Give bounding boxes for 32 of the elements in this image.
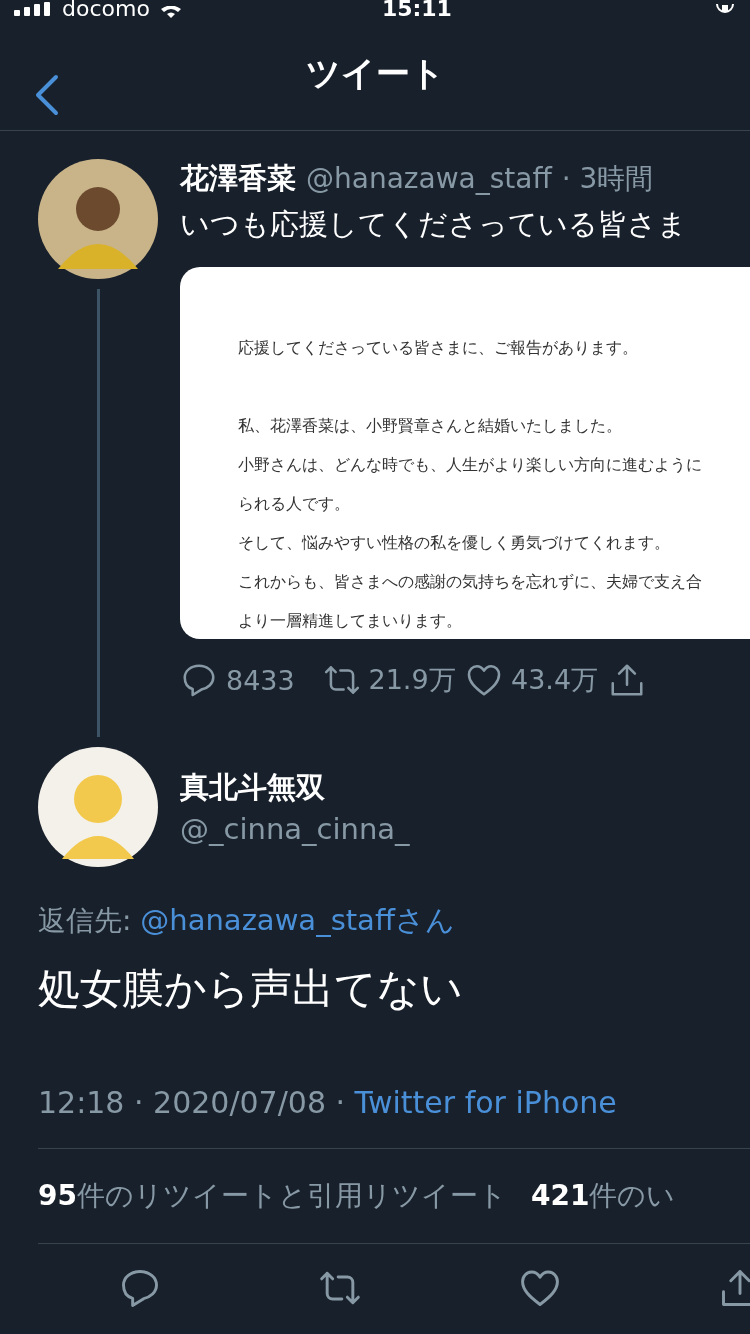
- document-line: 応援してくださっている皆さまに、ご報告があります。: [238, 338, 639, 359]
- source-link[interactable]: Twitter for iPhone: [354, 1085, 617, 1120]
- document-line: これからも、皆さまへの感謝の気持ちを忘れずに、夫婦で支え合: [238, 572, 703, 593]
- reply-to-label: 返信先:: [38, 904, 133, 937]
- wifi-icon: [159, 6, 182, 18]
- action-count: 21.9万: [368, 663, 456, 697]
- page-title: ツイート: [305, 52, 445, 95]
- display-name[interactable]: 真北斗無双: [180, 768, 410, 808]
- tweet-timestamp: 12:18 · 2020/07/08 ·: [38, 1085, 347, 1120]
- back-icon[interactable]: [34, 74, 60, 116]
- avatar[interactable]: [38, 747, 158, 867]
- signal-icon: [14, 2, 52, 16]
- carrier-name: docomo: [62, 0, 150, 18]
- action-count: 43.4万: [511, 663, 599, 697]
- clock-time: 15:11: [381, 0, 452, 18]
- user-handle[interactable]: @hanazawa_staff: [306, 162, 552, 195]
- user-handle[interactable]: @_cinna_cinna_: [180, 812, 410, 846]
- document-line: より一層精進してまいります。: [238, 611, 463, 632]
- reply-text: 処女膜から声出てない: [38, 963, 464, 1015]
- document-image[interactable]: 応援してくださっている皆さまに、ご報告があります。 私、花澤香菜は、小野賢章さんと結婚いたしました。 小野さんは、どんな時でも、人生がより楽しい方向に進むように られる人です。 そして、悩みやすい性格の私を優しく勇気づけてくれます。 これからも、皆さまへの感謝の気持ちを忘れずに、夫婦で支え合 より一層精進してまいります。: [180, 267, 750, 639]
- tweet-text: いつも応援してくださっている皆さま: [180, 206, 688, 243]
- document-line: 小野さんは、どんな時でも、人生がより楽しい方向に進むように: [238, 455, 703, 476]
- tweet-time: · 3時間: [561, 161, 654, 197]
- document-line: られる人です。: [238, 494, 351, 515]
- action-count: 8433: [226, 664, 295, 696]
- document-line: 私、花澤香菜は、小野賢章さんと結婚いたしました。: [238, 416, 623, 437]
- stat-link[interactable]: 421件のい: [530, 1177, 676, 1215]
- document-line: そして、悩みやすい性格の私を優しく勇気づけてくれます。: [238, 533, 671, 554]
- avatar[interactable]: [38, 159, 158, 279]
- display-name[interactable]: 花澤香菜: [180, 159, 296, 199]
- mention-link[interactable]: @hanazawa_staffさん: [140, 903, 455, 937]
- stat-link[interactable]: 95件のリツイートと引用リツイート: [38, 1177, 507, 1215]
